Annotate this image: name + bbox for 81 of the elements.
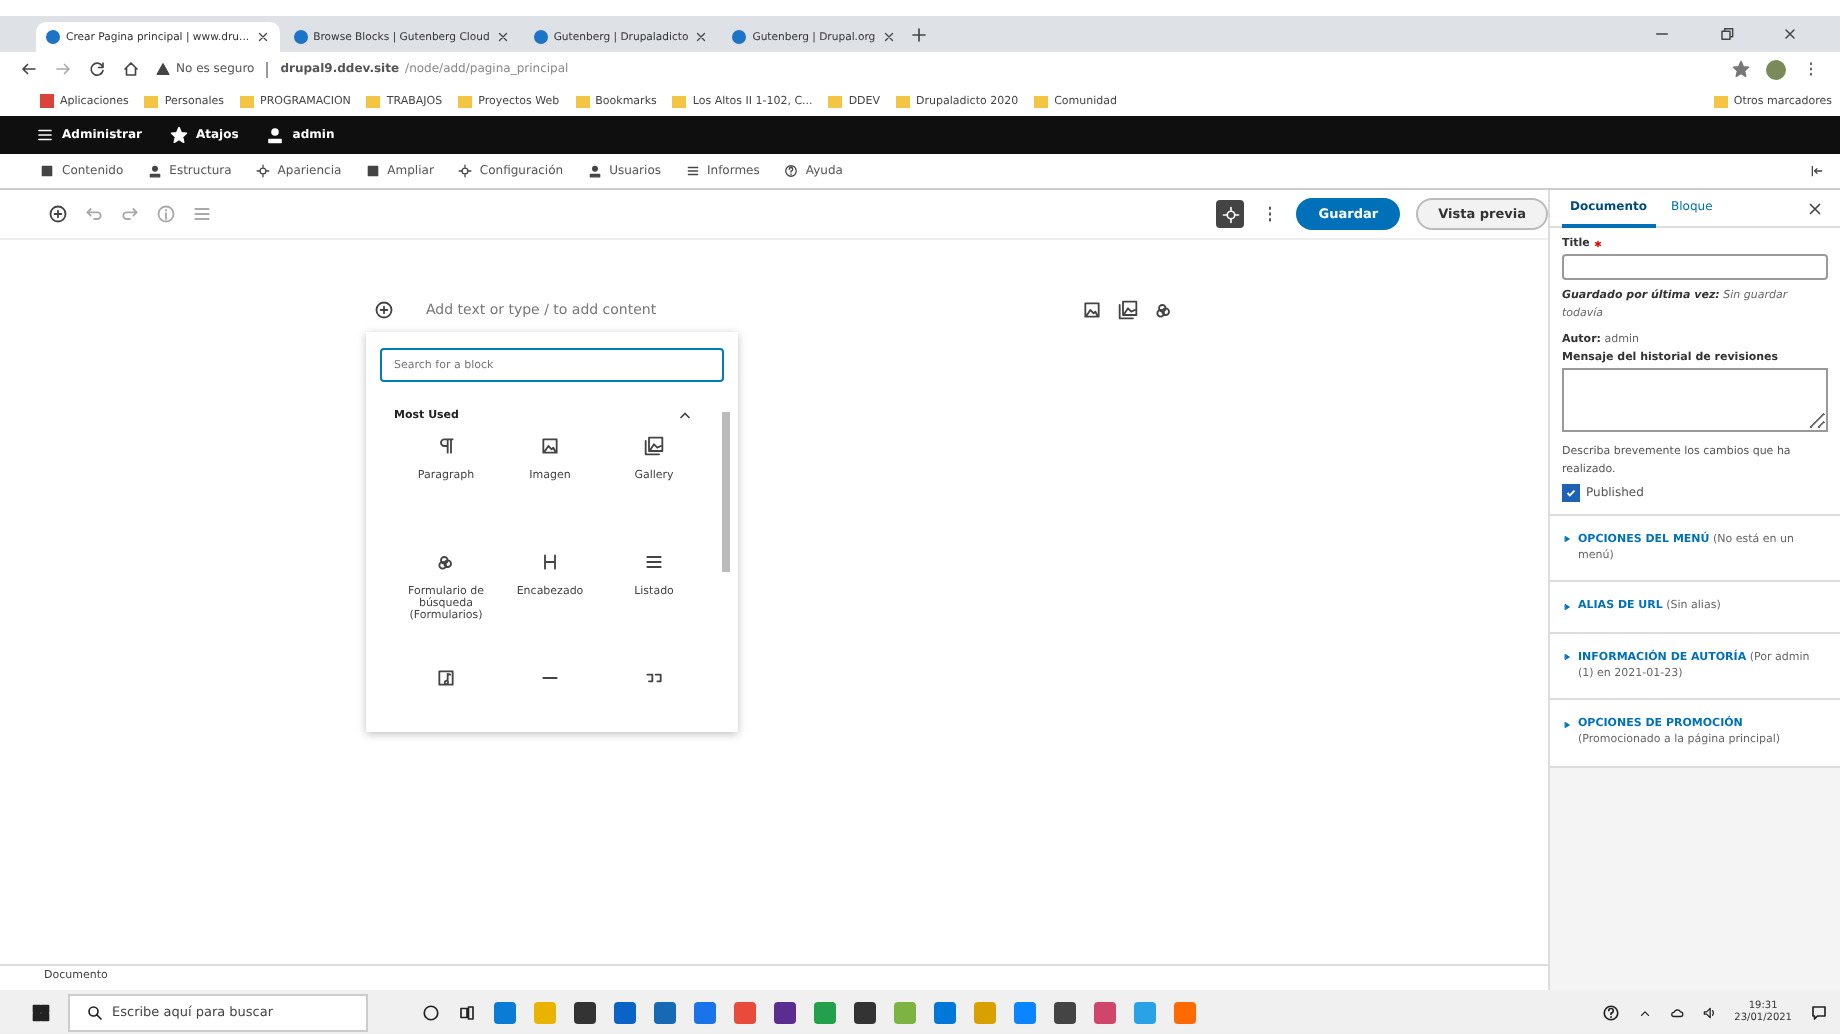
favicon-icon xyxy=(46,30,60,44)
favicon-icon xyxy=(293,30,308,44)
paragraph-icon xyxy=(436,436,456,456)
task-view-icon[interactable] xyxy=(458,1003,476,1021)
caret-icon[interactable] xyxy=(1638,1005,1653,1019)
close-icon[interactable] xyxy=(694,30,709,44)
help-icon[interactable] xyxy=(1602,1003,1621,1021)
favicon-icon xyxy=(533,30,548,44)
expand-icon xyxy=(1562,719,1572,730)
settings-icon xyxy=(1221,205,1240,223)
gear-icon xyxy=(255,164,270,178)
taskbar-app-icon[interactable] xyxy=(654,1001,676,1023)
expand-icon xyxy=(1562,652,1572,663)
list-icon xyxy=(644,552,664,572)
settings-button[interactable] xyxy=(1216,200,1245,228)
taskbar-app-icon[interactable] xyxy=(774,1001,796,1023)
apps-icon xyxy=(40,94,54,108)
back-icon[interactable] xyxy=(20,60,38,78)
collapse-icon[interactable] xyxy=(1810,164,1824,178)
menu-icon xyxy=(36,126,54,144)
square-icon xyxy=(365,164,380,178)
gallery-icon[interactable] xyxy=(1118,300,1138,320)
restore-icon[interactable] xyxy=(1718,26,1734,42)
scrollbar[interactable] xyxy=(722,412,730,572)
close-icon[interactable] xyxy=(495,30,510,44)
user-icon xyxy=(147,164,162,178)
user-icon xyxy=(266,126,285,144)
add-block-icon[interactable] xyxy=(374,300,394,320)
revision-field[interactable] xyxy=(1562,368,1828,433)
folder-icon xyxy=(896,95,911,107)
user-icon xyxy=(587,164,602,178)
quote-icon xyxy=(644,668,664,688)
close-icon[interactable] xyxy=(255,30,270,44)
taskbar-app-icon[interactable] xyxy=(1054,1001,1076,1023)
taskbar-app-icon[interactable] xyxy=(614,1001,636,1023)
folder-icon xyxy=(1034,95,1049,107)
required-icon xyxy=(1593,240,1602,248)
check-icon xyxy=(1564,485,1578,500)
home-icon[interactable] xyxy=(122,60,140,78)
cloud-icon[interactable] xyxy=(1670,1005,1685,1019)
folder-icon xyxy=(144,95,159,107)
close-icon[interactable] xyxy=(881,30,896,44)
folder-icon xyxy=(366,95,381,107)
gallery-icon xyxy=(644,436,664,456)
add-block-icon[interactable] xyxy=(48,204,68,224)
close-icon[interactable] xyxy=(1806,199,1824,217)
folder-icon xyxy=(672,95,687,107)
cortana-icon[interactable] xyxy=(422,1003,440,1021)
title-field[interactable] xyxy=(1562,254,1828,280)
notifications-icon[interactable] xyxy=(1810,1003,1828,1021)
list-icon xyxy=(685,164,699,178)
gear-icon xyxy=(457,164,472,178)
image-icon xyxy=(540,436,560,456)
square-icon xyxy=(40,164,54,178)
windows-icon[interactable] xyxy=(32,1003,50,1021)
folder-icon xyxy=(240,95,254,107)
speaker-icon[interactable] xyxy=(1702,1005,1717,1019)
close-icon[interactable] xyxy=(1782,26,1798,42)
folder-icon xyxy=(458,95,473,107)
search-icon xyxy=(86,1003,104,1021)
audio-icon xyxy=(436,668,456,688)
favicon-icon xyxy=(732,30,747,44)
expand-icon xyxy=(1562,534,1572,545)
help-icon xyxy=(783,164,798,178)
image-icon[interactable] xyxy=(1082,300,1102,320)
cluster-icon[interactable] xyxy=(1154,300,1174,320)
taskbar-app-icon[interactable] xyxy=(574,1001,596,1023)
new-tab-icon[interactable] xyxy=(909,25,928,43)
search-icon xyxy=(436,552,456,572)
folder-icon xyxy=(575,95,590,107)
avatar-icon[interactable] xyxy=(1766,59,1786,79)
star-icon xyxy=(169,126,188,144)
reload-icon[interactable] xyxy=(88,60,106,78)
folder-icon xyxy=(1713,95,1728,107)
heading-icon xyxy=(540,552,560,572)
expand-icon xyxy=(1562,601,1572,612)
checkbox[interactable] xyxy=(1562,483,1580,502)
warning-icon xyxy=(156,62,170,76)
folder-icon xyxy=(828,95,843,107)
star-icon[interactable] xyxy=(1732,60,1750,78)
taskbar-app-icon[interactable] xyxy=(854,1001,876,1023)
